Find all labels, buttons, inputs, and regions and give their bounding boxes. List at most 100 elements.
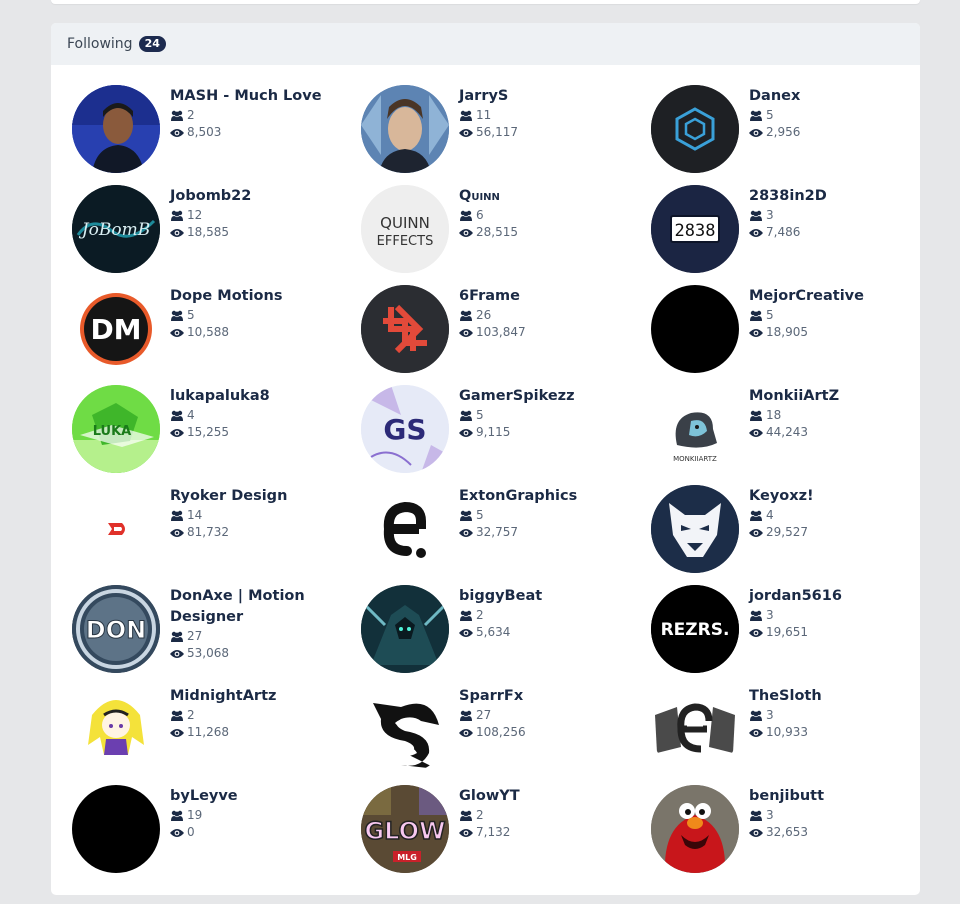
eye-icon — [749, 528, 763, 537]
followers-stat: 11 — [459, 107, 518, 124]
avatar[interactable] — [72, 485, 160, 573]
user-name-link[interactable]: biggyBeat — [459, 586, 542, 607]
user-card: MidnightArtz 2 11,268 — [72, 685, 361, 785]
followers-stat: 3 — [749, 607, 842, 624]
followers-stat: 5 — [459, 507, 577, 524]
views-count: 18,905 — [766, 325, 808, 339]
user-name-link[interactable]: jordan5616 — [749, 586, 842, 607]
user-name-link[interactable]: Quinn — [459, 186, 518, 207]
eye-icon — [170, 528, 184, 537]
eye-icon — [459, 128, 473, 137]
user-name-link[interactable]: benjibutt — [749, 786, 824, 807]
views-count: 81,732 — [187, 525, 229, 539]
users-icon — [460, 510, 472, 521]
followers-stat: 18 — [749, 407, 839, 424]
views-count: 2,956 — [766, 125, 801, 139]
user-card: MASH - Much Love 2 8,503 — [72, 85, 361, 185]
user-name-link[interactable]: lukapaluka8 — [170, 386, 270, 407]
followers-stat: 2 — [459, 607, 542, 624]
user-name-link[interactable]: GlowYT — [459, 786, 520, 807]
avatar[interactable]: QUINN EFFECTS — [361, 185, 449, 273]
user-name-link[interactable]: JarryS — [459, 86, 518, 107]
followers-count: 5 — [476, 508, 484, 522]
eye-icon — [170, 649, 184, 658]
user-name-link[interactable]: TheSloth — [749, 686, 822, 707]
avatar[interactable]: 2838 — [651, 185, 739, 273]
user-card: 2838 2838in2D 3 7,486 — [651, 185, 912, 285]
users-icon — [460, 710, 472, 721]
views-stat: 28,515 — [459, 224, 518, 241]
users-icon — [171, 110, 183, 121]
avatar[interactable] — [361, 685, 449, 773]
avatar[interactable] — [651, 685, 739, 773]
user-card: Danex 5 2,956 — [651, 85, 912, 185]
views-count: 103,847 — [476, 325, 526, 339]
eye-icon — [459, 428, 473, 437]
avatar[interactable]: DON — [72, 585, 160, 673]
user-name-link[interactable]: Keyoxz! — [749, 486, 814, 507]
followers-stat: 27 — [459, 707, 526, 724]
user-name-link[interactable]: Dope Motions — [170, 286, 282, 307]
views-count: 56,117 — [476, 125, 518, 139]
user-name-link[interactable]: 6Frame — [459, 286, 526, 307]
user-name-link[interactable]: 2838in2D — [749, 186, 827, 207]
avatar[interactable] — [651, 785, 739, 873]
user-name-link[interactable]: ExtonGraphics — [459, 486, 577, 507]
avatar[interactable]: DM — [72, 285, 160, 373]
avatar[interactable]: JoBomB — [72, 185, 160, 273]
avatar[interactable] — [651, 85, 739, 173]
followers-count: 3 — [766, 608, 774, 622]
user-name-link[interactable]: MejorCreative — [749, 286, 864, 307]
avatar[interactable] — [361, 485, 449, 573]
eye-icon — [170, 128, 184, 137]
views-stat: 32,757 — [459, 524, 577, 541]
avatar[interactable]: LUKA — [72, 385, 160, 473]
user-name-link[interactable]: Ryoker Design — [170, 486, 287, 507]
user-card: MejorCreative 5 18,905 — [651, 285, 912, 385]
dm-logo-text: DM — [90, 313, 141, 346]
panel-title: Following — [67, 36, 133, 52]
avatar[interactable] — [651, 285, 739, 373]
views-stat: 9,115 — [459, 424, 575, 441]
rezrs-logo-text: REZRS. — [661, 620, 730, 640]
user-name-link[interactable]: DonAxe | Motion Designer — [170, 586, 310, 628]
users-icon — [460, 810, 472, 821]
views-count: 18,585 — [187, 225, 229, 239]
followers-stat: 3 — [749, 207, 827, 224]
user-card: MONKIIARTZ MonkiiArtZ 18 44,243 — [651, 385, 912, 485]
users-icon — [460, 110, 472, 121]
views-count: 8,503 — [187, 125, 222, 139]
avatar[interactable]: GS — [361, 385, 449, 473]
user-card: QUINN EFFECTS Quinn 6 28,515 — [361, 185, 651, 285]
views-stat: 81,732 — [170, 524, 287, 541]
user-card: Keyoxz! 4 29,527 — [651, 485, 912, 585]
views-count: 19,651 — [766, 625, 808, 639]
panel-header: Following 24 — [51, 23, 920, 65]
gs-logo-text: GS — [383, 413, 426, 446]
user-name-link[interactable]: Danex — [749, 86, 800, 107]
avatar[interactable] — [361, 85, 449, 173]
views-count: 29,527 — [766, 525, 808, 539]
avatar[interactable] — [72, 685, 160, 773]
avatar[interactable] — [72, 785, 160, 873]
users-icon — [750, 710, 762, 721]
avatar[interactable]: REZRS. — [651, 585, 739, 673]
user-name-link[interactable]: SparrFx — [459, 686, 526, 707]
user-name-link[interactable]: GamerSpikezz — [459, 386, 575, 407]
quinn-logo-line1: QUINN — [380, 214, 430, 232]
followers-count: 4 — [187, 408, 195, 422]
avatar[interactable]: MONKIIARTZ — [651, 385, 739, 473]
followers-stat: 2 — [170, 707, 276, 724]
user-name-link[interactable]: MASH - Much Love — [170, 86, 322, 107]
views-stat: 18,905 — [749, 324, 864, 341]
followers-count: 27 — [476, 708, 492, 722]
avatar[interactable]: GLOW MLG — [361, 785, 449, 873]
avatar[interactable] — [651, 485, 739, 573]
user-name-link[interactable]: Jobomb22 — [170, 186, 251, 207]
avatar[interactable] — [361, 585, 449, 673]
avatar[interactable] — [361, 285, 449, 373]
user-name-link[interactable]: MidnightArtz — [170, 686, 276, 707]
user-name-link[interactable]: byLeyve — [170, 786, 238, 807]
user-name-link[interactable]: MonkiiArtZ — [749, 386, 839, 407]
avatar[interactable] — [72, 85, 160, 173]
